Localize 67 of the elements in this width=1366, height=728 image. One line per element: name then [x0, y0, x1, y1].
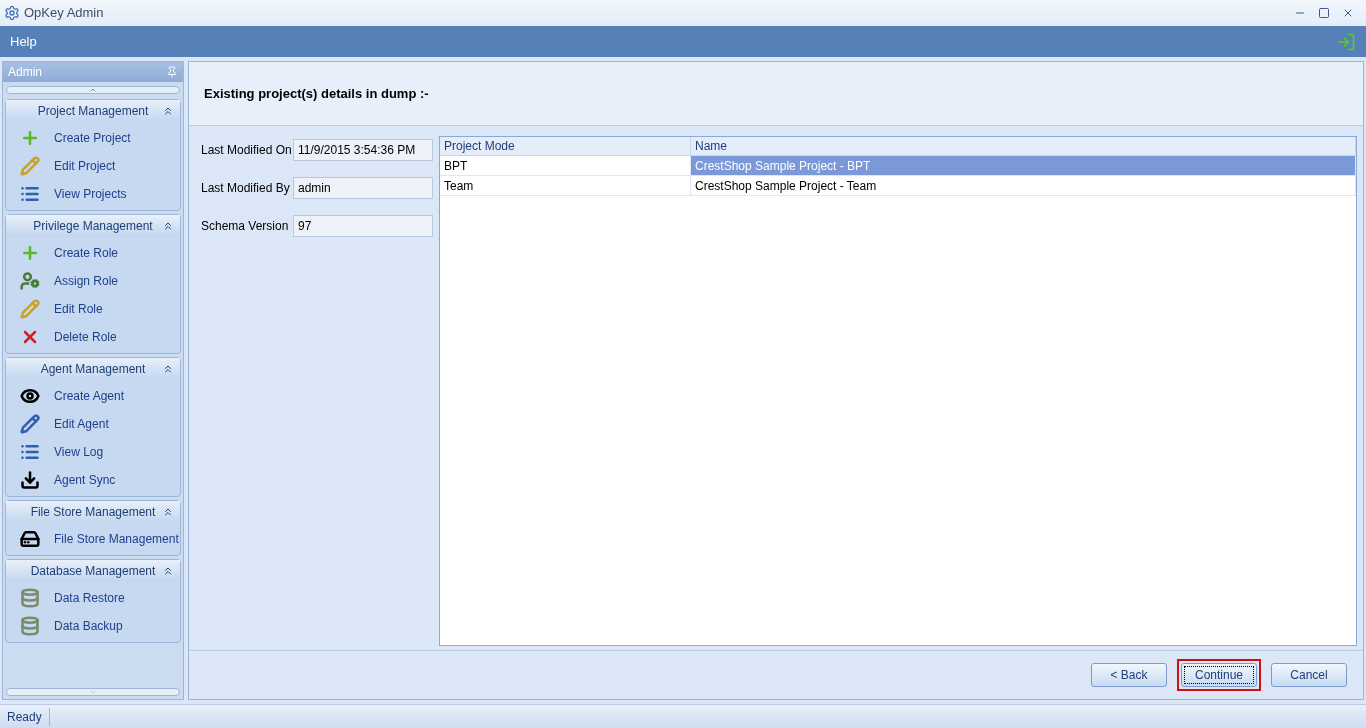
- dialog-button[interactable]: Cancel: [1271, 663, 1347, 687]
- table-row[interactable]: BPT CrestShop Sample Project - BPT: [440, 156, 1356, 176]
- field-label: Last Modified On: [201, 142, 293, 159]
- double-chevron-up-icon: [162, 565, 174, 577]
- input-field[interactable]: admin: [293, 177, 433, 199]
- sidebar-item[interactable]: Data Restore: [54, 589, 125, 607]
- pencil-icon: [20, 414, 40, 434]
- sidebar-item[interactable]: Create Role: [54, 244, 119, 262]
- group-header[interactable]: File Store Management: [6, 501, 180, 523]
- table-row[interactable]: Team CrestShop Sample Project - Team: [440, 176, 1356, 196]
- input-field[interactable]: 97: [293, 215, 433, 237]
- plus-icon: [20, 128, 40, 148]
- double-chevron-up-icon: [162, 506, 174, 518]
- field-label: Schema Version: [201, 218, 290, 235]
- double-chevron-up-icon: [162, 363, 174, 375]
- caret-down-icon: [89, 688, 97, 696]
- column-header[interactable]: Name: [691, 137, 1356, 155]
- group-header[interactable]: Privilege Management: [6, 215, 180, 237]
- sidebar-item[interactable]: Agent Sync: [54, 471, 116, 489]
- pencil-icon: [20, 299, 40, 319]
- pencil-icon: [20, 156, 40, 176]
- group-header[interactable]: Database Management: [6, 560, 180, 582]
- double-chevron-up-icon: [162, 220, 174, 232]
- exit-icon[interactable]: [1336, 31, 1356, 52]
- database-icon: [20, 588, 40, 608]
- group-header[interactable]: Project Management: [6, 100, 180, 122]
- download-icon: [20, 470, 40, 490]
- sidebar-item[interactable]: Delete Role: [54, 328, 117, 346]
- restore-icon[interactable]: [1318, 7, 1330, 19]
- eye-icon: [20, 386, 40, 406]
- plus-icon: [20, 243, 40, 263]
- app-logo-icon: [4, 5, 20, 21]
- caret-up-icon: [89, 86, 97, 94]
- field-label: Last Modified By: [201, 180, 291, 197]
- list-icon: [20, 184, 40, 204]
- sidebar-item[interactable]: Edit Role: [54, 300, 103, 318]
- menu-item[interactable]: Help: [10, 31, 37, 52]
- sidebar-item[interactable]: Create Project: [54, 129, 131, 147]
- close-icon[interactable]: [1342, 7, 1354, 19]
- input-field[interactable]: 11/9/2015 3:54:36 PM: [293, 139, 433, 161]
- sidebar-title: Admin: [8, 64, 42, 81]
- group-header[interactable]: Agent Management: [6, 358, 180, 380]
- table-cell: CrestShop Sample Project - Team: [691, 176, 1356, 195]
- sidebar-item[interactable]: Data Backup: [54, 617, 123, 635]
- column-header[interactable]: Project Mode: [440, 137, 691, 155]
- pin-icon[interactable]: [166, 66, 178, 78]
- user-gear-icon: [20, 271, 40, 291]
- scroll-down-button[interactable]: [6, 688, 180, 696]
- database-icon: [20, 616, 40, 636]
- sidebar-item[interactable]: Edit Agent: [54, 415, 109, 433]
- sidebar-item[interactable]: View Projects: [54, 185, 127, 203]
- sidebar-item[interactable]: File Store Management: [54, 530, 179, 548]
- hard-drive-icon: [20, 529, 40, 549]
- sidebar-item[interactable]: Edit Project: [54, 157, 116, 175]
- window-title: OpKey Admin: [24, 4, 104, 23]
- scroll-up-button[interactable]: [6, 86, 180, 94]
- list-icon: [20, 442, 40, 462]
- dialog-button[interactable]: Continue: [1181, 663, 1257, 687]
- sidebar-item[interactable]: Assign Role: [54, 272, 119, 290]
- double-chevron-up-icon: [162, 105, 174, 117]
- status-text: Ready: [0, 707, 50, 726]
- sidebar-item[interactable]: Create Agent: [54, 387, 125, 405]
- page-heading: Existing project(s) details in dump :-: [204, 84, 429, 103]
- table-cell: Team: [440, 176, 691, 195]
- sidebar-item[interactable]: View Log: [54, 443, 104, 461]
- dialog-button[interactable]: < Back: [1091, 663, 1167, 687]
- table-cell: CrestShop Sample Project - BPT: [691, 156, 1356, 175]
